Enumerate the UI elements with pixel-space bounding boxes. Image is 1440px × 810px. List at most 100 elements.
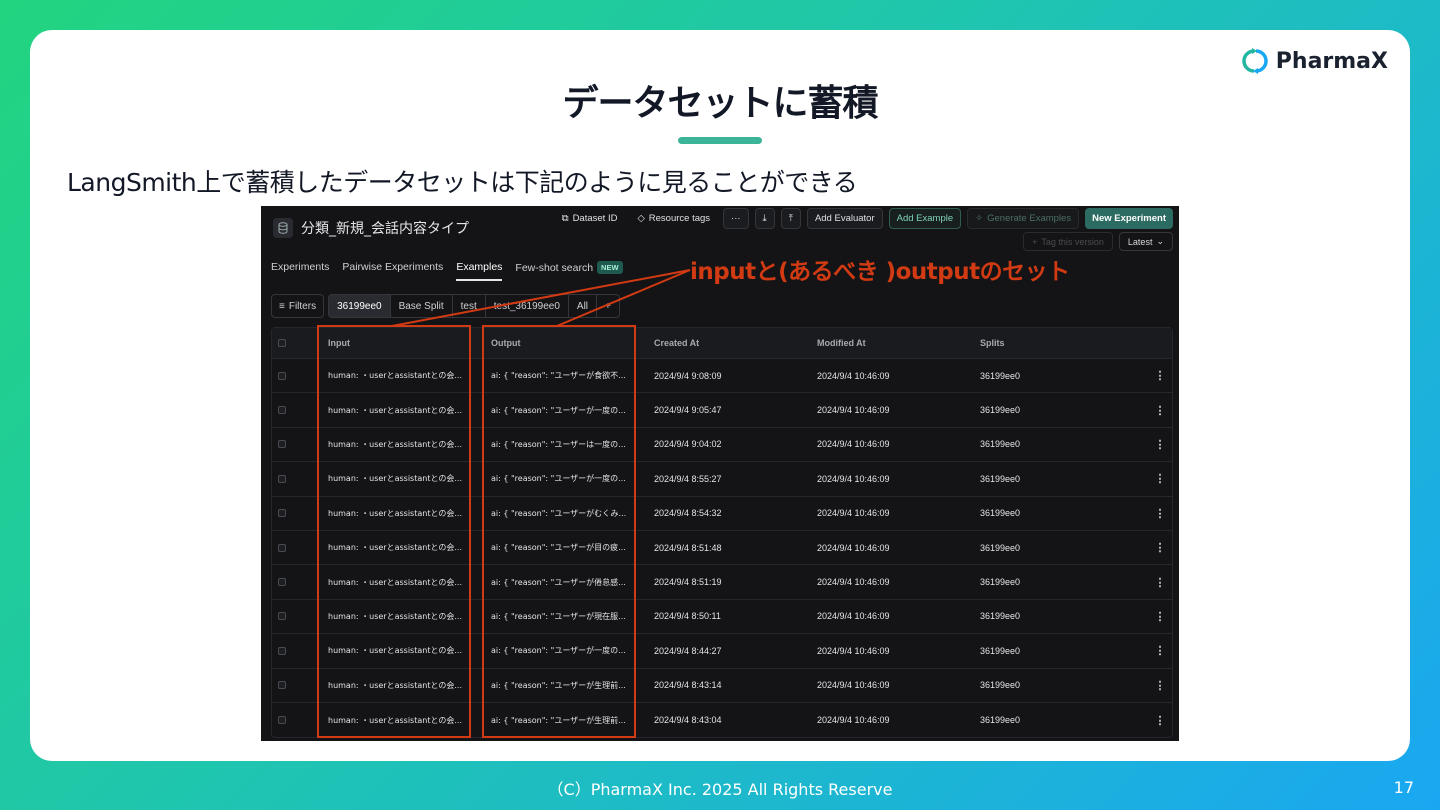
row-checkbox[interactable] [278, 543, 286, 552]
upload-button[interactable]: ⤒ [780, 208, 801, 229]
cell-created-at: 2024/9/4 8:54:32 [654, 508, 722, 519]
cell-created-at: 2024/9/4 8:51:48 [654, 542, 722, 553]
toolbar: ⧉ Dataset ID ◇ Resource tags ··· ⤓ ⤒ Add… [555, 208, 1173, 229]
row-checkbox[interactable] [278, 474, 286, 483]
new-experiment-button[interactable]: New Experiment [1085, 208, 1173, 229]
row-menu-icon[interactable]: ⋮ [1150, 576, 1170, 589]
row-checkbox[interactable] [278, 612, 286, 621]
cell-modified-at: 2024/9/4 10:46:09 [817, 439, 890, 450]
filter-icon: ≡ [279, 300, 285, 312]
tab-pairwise-experiments[interactable]: Pairwise Experiments [342, 261, 443, 281]
row-menu-icon[interactable]: ⋮ [1150, 679, 1170, 692]
latest-label: Latest [1127, 236, 1153, 247]
add-evaluator-button[interactable]: Add Evaluator [806, 208, 883, 229]
title-underline [678, 137, 762, 144]
dataset-name: 分類_新規_会話内容タイプ [301, 221, 469, 237]
resource-tags-label: Resource tags [648, 213, 711, 224]
row-checkbox[interactable] [278, 716, 286, 725]
footer-copyright: （C）PharmaX Inc. 2025 All Rights Reserve [547, 780, 893, 799]
split-selector: 36199ee0 Base Split test test_36199ee0 A… [328, 294, 620, 318]
col-modified-at[interactable]: Modified At [817, 338, 980, 348]
more-icon: ··· [731, 213, 741, 224]
cell-created-at: 2024/9/4 8:55:27 [654, 473, 722, 484]
upload-icon: ⤒ [788, 213, 793, 224]
cell-split: 36199ee0 [980, 542, 1021, 553]
output-highlight-box [482, 325, 636, 738]
split-all[interactable]: All [569, 295, 598, 317]
dataset-id-button[interactable]: ⧉ Dataset ID [555, 208, 625, 229]
database-icon [273, 218, 293, 238]
cell-created-at: 2024/9/4 8:51:19 [654, 577, 722, 588]
cell-modified-at: 2024/9/4 10:46:09 [817, 508, 890, 519]
row-checkbox[interactable] [278, 681, 286, 690]
cell-modified-at: 2024/9/4 10:46:09 [817, 577, 890, 588]
add-example-button[interactable]: Add Example [888, 208, 962, 229]
more-button[interactable]: ··· [723, 208, 749, 229]
cell-modified-at: 2024/9/4 10:46:09 [817, 611, 890, 622]
cell-split: 36199ee0 [980, 508, 1021, 519]
tag-icon: ◇ [637, 213, 645, 224]
page-number: 17 [1393, 778, 1414, 797]
filters-button[interactable]: ≡ Filters [271, 294, 325, 318]
col-created-at[interactable]: Created At [654, 338, 817, 348]
tab-examples[interactable]: Examples [456, 261, 503, 281]
cell-modified-at: 2024/9/4 10:46:09 [817, 405, 890, 416]
split-base[interactable]: Base Split [391, 295, 453, 317]
add-example-label: Add Example [896, 213, 954, 224]
row-menu-icon[interactable]: ⋮ [1150, 507, 1170, 520]
row-menu-icon[interactable]: ⋮ [1150, 369, 1170, 382]
row-menu-icon[interactable]: ⋮ [1150, 541, 1170, 554]
cell-created-at: 2024/9/4 8:50:11 [654, 611, 721, 622]
tag-version-button[interactable]: + Tag this version [1023, 232, 1113, 251]
cell-created-at: 2024/9/4 8:43:14 [654, 680, 722, 691]
version-controls: + Tag this version Latest ⌄ [1023, 232, 1173, 251]
add-split-button[interactable]: + [597, 295, 619, 317]
add-evaluator-label: Add Evaluator [814, 213, 875, 224]
cell-modified-at: 2024/9/4 10:46:09 [817, 645, 890, 656]
cell-modified-at: 2024/9/4 10:46:09 [817, 473, 890, 484]
generate-examples-label: Generate Examples [987, 213, 1072, 224]
few-shot-label: Few-shot search [515, 262, 594, 274]
cell-created-at: 2024/9/4 8:44:27 [654, 645, 722, 656]
cell-created-at: 2024/9/4 8:43:04 [654, 715, 722, 726]
input-highlight-box [317, 325, 471, 738]
cell-split: 36199ee0 [980, 645, 1021, 656]
tab-experiments[interactable]: Experiments [271, 261, 329, 281]
col-splits[interactable]: Splits [980, 338, 1150, 348]
cell-split: 36199ee0 [980, 405, 1021, 416]
row-menu-icon[interactable]: ⋮ [1150, 644, 1170, 657]
download-icon: ⤓ [762, 213, 767, 224]
row-menu-icon[interactable]: ⋮ [1150, 438, 1170, 451]
row-checkbox[interactable] [278, 646, 286, 655]
dataset-header: 分類_新規_会話内容タイプ [273, 218, 469, 238]
tab-bar: Experiments Pairwise Experiments Example… [271, 261, 623, 281]
row-menu-icon[interactable]: ⋮ [1150, 714, 1170, 727]
copy-icon: ⧉ [561, 213, 569, 224]
split-test-36199ee0[interactable]: test_36199ee0 [486, 295, 569, 317]
chevron-down-icon: ⌄ [1156, 236, 1164, 246]
row-checkbox[interactable] [278, 371, 286, 380]
cell-modified-at: 2024/9/4 10:46:09 [817, 370, 890, 381]
pharmax-logo-icon [1242, 48, 1268, 74]
cell-split: 36199ee0 [980, 680, 1021, 691]
cell-created-at: 2024/9/4 9:05:47 [654, 405, 722, 416]
download-button[interactable]: ⤓ [754, 208, 775, 229]
generate-examples-button[interactable]: ✧ Generate Examples [967, 208, 1080, 229]
resource-tags-button[interactable]: ◇ Resource tags [630, 208, 717, 229]
annotation-label: inputと(あるべき )outputのセット [690, 259, 1070, 285]
row-checkbox[interactable] [278, 406, 286, 415]
tab-few-shot-search[interactable]: Few-shot search NEW [515, 261, 623, 281]
select-all-checkbox[interactable] [278, 339, 286, 347]
row-menu-icon[interactable]: ⋮ [1150, 472, 1170, 485]
latest-dropdown[interactable]: Latest ⌄ [1118, 232, 1173, 251]
split-36199ee0[interactable]: 36199ee0 [329, 295, 391, 317]
plus-icon: + [1032, 236, 1038, 247]
row-menu-icon[interactable]: ⋮ [1150, 404, 1170, 417]
row-checkbox[interactable] [278, 440, 286, 449]
row-checkbox[interactable] [278, 578, 286, 587]
slide-subtitle: LangSmith上で蓄積したデータセットは下記のように見ることができる [67, 168, 858, 197]
split-test[interactable]: test [453, 295, 486, 317]
tag-version-label: Tag this version [1041, 236, 1104, 247]
row-checkbox[interactable] [278, 509, 286, 518]
row-menu-icon[interactable]: ⋮ [1150, 610, 1170, 623]
